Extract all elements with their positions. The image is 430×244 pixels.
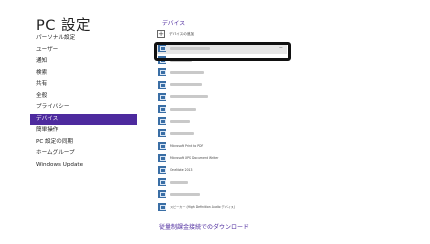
plus-icon[interactable]: +	[157, 30, 165, 38]
sidebar-item-users[interactable]: ユーザー	[30, 45, 137, 57]
list-item[interactable]	[157, 188, 287, 200]
list-item[interactable]	[157, 79, 287, 91]
sidebar-item-ease-of-access[interactable]: 簡単操作	[30, 125, 137, 137]
speaker-icon	[158, 202, 166, 211]
metered-download-title: 従量制課金接続でのダウンロード	[159, 224, 250, 231]
device-name-redacted	[170, 180, 188, 184]
section-title: デバイス	[162, 21, 186, 27]
display-icon	[158, 44, 166, 53]
sidebar-item-general[interactable]: 全般	[30, 91, 137, 103]
device-icon	[158, 117, 166, 126]
sidebar-item-homegroup[interactable]: ホームグループ	[30, 148, 137, 160]
list-item[interactable]	[157, 115, 287, 127]
list-item[interactable]	[157, 91, 287, 103]
sidebar-item-search[interactable]: 検索	[30, 68, 137, 80]
device-name: Microsoft XPS Document Writer	[170, 155, 219, 160]
device-name-redacted	[170, 119, 190, 123]
sidebar-item-windows-update[interactable]: Windows Update	[30, 160, 137, 172]
add-device-row[interactable]: + デバイスの追加	[157, 29, 194, 39]
list-item[interactable]: Microsoft XPS Document Writer	[157, 152, 287, 164]
printer-icon	[158, 165, 166, 174]
device-name-redacted	[170, 192, 200, 196]
printer-icon	[158, 153, 166, 162]
sidebar-item-notifications[interactable]: 通知	[30, 56, 137, 68]
device-icon	[158, 178, 166, 187]
device-icon	[158, 92, 166, 101]
add-device-label: デバイスの追加	[169, 31, 195, 36]
device-name: OneNote 2013	[170, 167, 193, 172]
device-name-redacted	[170, 58, 192, 62]
list-item[interactable]	[157, 54, 287, 66]
list-item[interactable]: Microsoft Print to PDF	[157, 140, 287, 152]
list-item[interactable]	[157, 103, 287, 115]
device-icon	[158, 190, 166, 199]
sidebar-item-share[interactable]: 共有	[30, 79, 137, 91]
list-item[interactable]	[157, 127, 287, 139]
device-name: Microsoft Print to PDF	[170, 143, 204, 148]
device-icon	[158, 80, 166, 89]
list-item[interactable]: スピーカー (High Definition Audio デバイス)	[157, 200, 287, 212]
device-name-redacted	[170, 70, 204, 74]
sidebar-item-sync[interactable]: PC 設定の同期	[30, 137, 137, 149]
minus-icon[interactable]: −	[279, 45, 283, 51]
device-list: − Microsoft Print to PDF Microsoft XPS D…	[157, 42, 287, 213]
sidebar-nav: パーソナル設定 ユーザー 通知 検索 共有 全般 プライバシー デバイス 簡単操…	[30, 33, 137, 171]
device-icon	[158, 56, 166, 65]
device-name-redacted	[170, 83, 202, 87]
device-name-redacted	[170, 107, 196, 111]
device-icon	[158, 68, 166, 77]
list-item[interactable]	[157, 176, 287, 188]
main-content: デバイス + デバイスの追加 − Microsoft Print to PDF …	[137, 0, 430, 244]
list-item[interactable]: OneNote 2013	[157, 164, 287, 176]
sidebar-item-privacy[interactable]: プライバシー	[30, 102, 137, 114]
sidebar: PC 設定 パーソナル設定 ユーザー 通知 検索 共有 全般 プライバシー デバ…	[0, 0, 137, 244]
printer-icon	[158, 141, 166, 150]
device-icon	[158, 129, 166, 138]
sidebar-item-devices[interactable]: デバイス	[30, 113, 137, 125]
device-name: スピーカー (High Definition Audio デバイス)	[170, 205, 235, 210]
device-icon	[158, 105, 166, 114]
sidebar-item-personalize[interactable]: パーソナル設定	[30, 33, 137, 45]
list-item[interactable]: −	[157, 42, 287, 55]
page-title: PC 設定	[36, 18, 91, 34]
device-name-redacted	[170, 95, 208, 99]
list-item[interactable]	[157, 66, 287, 78]
device-name-redacted	[170, 46, 210, 50]
device-name-redacted	[170, 131, 194, 135]
